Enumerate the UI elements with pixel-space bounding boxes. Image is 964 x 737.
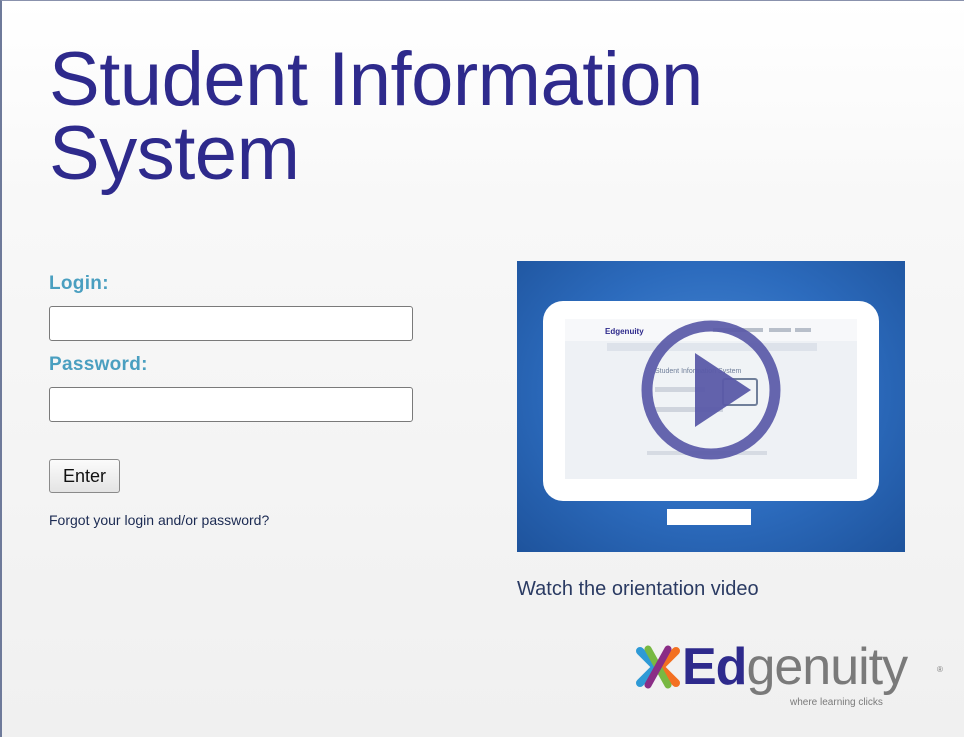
logo-tagline: where learning clicks (790, 697, 883, 708)
password-input[interactable] (49, 387, 413, 422)
monitor-stand (667, 509, 751, 525)
orientation-video-thumbnail[interactable]: Edgenuity Student Information System (517, 261, 905, 552)
screen-brand: Edgenuity (605, 327, 644, 336)
forgot-login-link[interactable]: Forgot your login and/or password? (49, 512, 269, 528)
enter-button[interactable]: Enter (49, 459, 121, 493)
orientation-video-link[interactable]: Watch the orientation video (517, 578, 759, 601)
logo-wordmark-ed: Ed (682, 638, 747, 696)
edgenuity-x-icon (636, 645, 680, 689)
page-title-line-1: Student Information (49, 37, 703, 122)
login-input[interactable] (49, 306, 413, 341)
page-title-line-2: System (49, 111, 300, 196)
login-label: Login: (49, 273, 109, 294)
password-label: Password: (49, 354, 148, 375)
sis-login-page: Student Information System Login: Passwo… (0, 0, 964, 737)
logo-wordmark: Edgenuity (682, 637, 908, 697)
logo-wordmark-genuity: genuity (746, 638, 908, 696)
play-icon[interactable] (641, 320, 781, 460)
monitor-illustration: Edgenuity Student Information System (543, 301, 879, 525)
page-title: Student Information System (49, 37, 703, 196)
logo-trademark: ® (937, 665, 943, 674)
edgenuity-logo: Edgenuity ® where learning clicks (636, 638, 946, 715)
